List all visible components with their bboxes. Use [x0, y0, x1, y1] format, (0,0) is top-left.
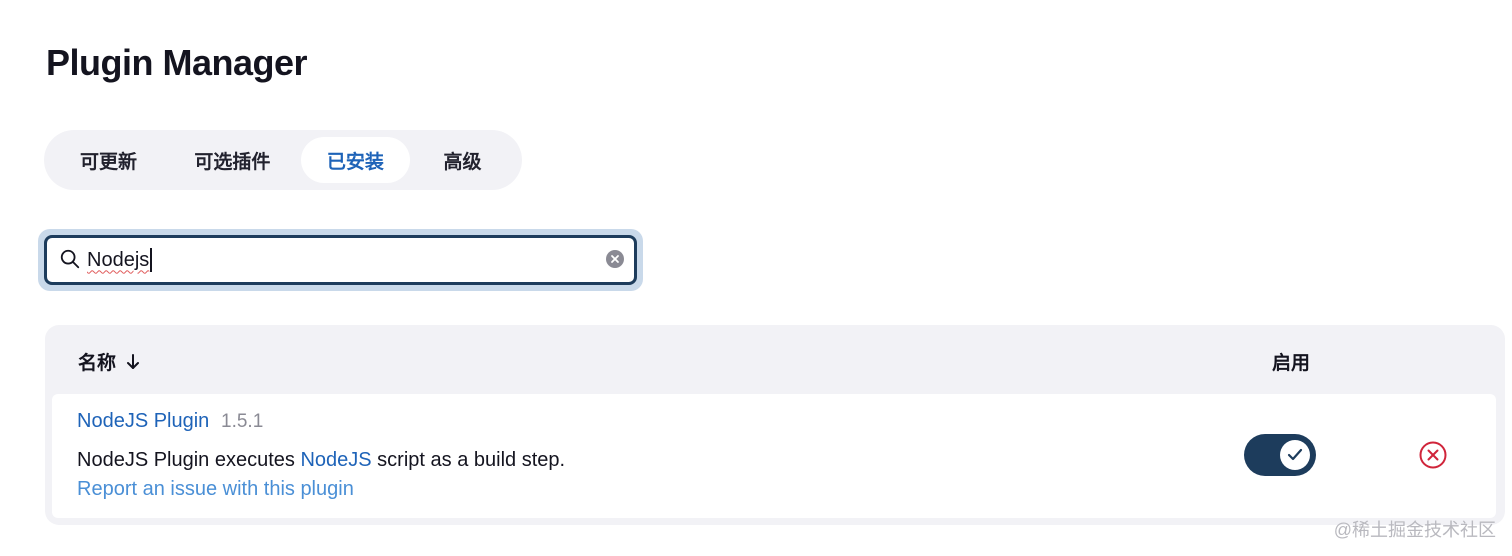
check-icon [1287, 448, 1303, 461]
plugins-table: 名称 启用 NodeJS Plugin 1.5.1 NodeJS Plugin … [45, 325, 1505, 525]
plugin-description: NodeJS Plugin executes NodeJS script as … [77, 449, 565, 472]
close-circle-icon[interactable] [1418, 440, 1448, 470]
search-input[interactable]: Nodejs [87, 244, 587, 276]
plugin-description-text-end: script as a build step. [371, 449, 566, 471]
plugin-name-link[interactable]: NodeJS Plugin [77, 410, 209, 433]
search-box[interactable]: Nodejs [44, 235, 637, 285]
plugin-description-link[interactable]: NodeJS [300, 449, 371, 471]
tab-updates[interactable]: 可更新 [53, 137, 164, 183]
enable-toggle[interactable] [1244, 434, 1316, 476]
tab-available[interactable]: 可选插件 [164, 137, 301, 183]
table-row: NodeJS Plugin 1.5.1 NodeJS Plugin execut… [52, 394, 1496, 518]
plugin-description-text: NodeJS Plugin executes [77, 449, 301, 471]
arrow-down-icon [127, 353, 140, 369]
toggle-knob [1280, 440, 1310, 470]
page-title: Plugin Manager [46, 42, 308, 83]
report-issue-link[interactable]: Report an issue with this plugin [77, 478, 354, 501]
search-focus-ring: Nodejs [38, 229, 643, 291]
watermark: @稀土掘金技术社区 [1333, 520, 1496, 540]
tab-installed[interactable]: 已安装 [300, 137, 410, 183]
search-icon [60, 249, 80, 269]
plugin-version: 1.5.1 [221, 411, 264, 432]
plugin-manager-page: Plugin Manager 可更新 可选插件 已安装 高级 Nodejs 名称… [0, 0, 1512, 556]
column-header-enabled: 启用 [1272, 353, 1311, 374]
tab-advanced[interactable]: 高级 [410, 137, 515, 183]
search-input-value: Nodejs [87, 248, 150, 271]
column-header-name[interactable]: 名称 [78, 348, 140, 375]
clear-icon[interactable] [606, 250, 624, 268]
text-caret [150, 248, 153, 272]
tab-bar: 可更新 可选插件 已安装 高级 [44, 130, 522, 190]
column-header-name-label: 名称 [78, 353, 117, 374]
